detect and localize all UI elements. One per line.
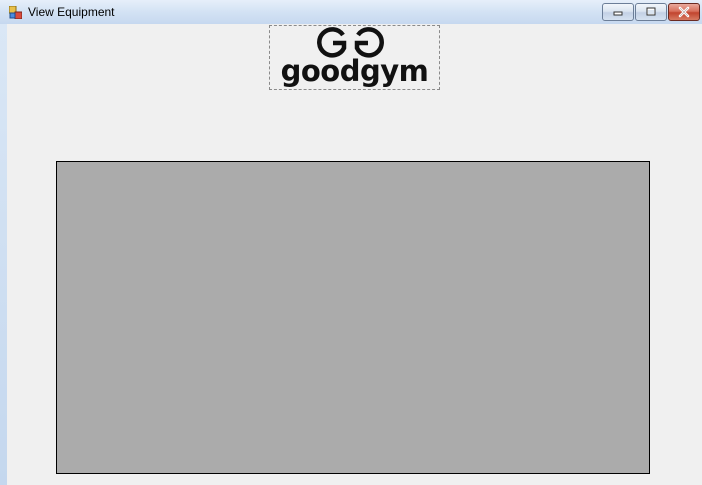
form-client-area: goodgym [7,24,702,485]
goodgym-logo-text: goodgym [280,54,429,88]
window-title: View Equipment [28,5,115,19]
windows-form-icon [9,6,22,19]
maximize-button[interactable] [635,3,667,21]
minimize-icon [613,11,623,16]
maximize-icon [646,7,656,16]
title-bar[interactable]: View Equipment [0,0,702,24]
logo-picturebox: goodgym [269,25,440,90]
close-button[interactable] [668,3,700,21]
equipment-data-grid[interactable] [56,161,650,474]
close-icon [678,6,690,18]
equipment-window: View Equipment goodgym [0,0,702,485]
minimize-button[interactable] [602,3,634,21]
